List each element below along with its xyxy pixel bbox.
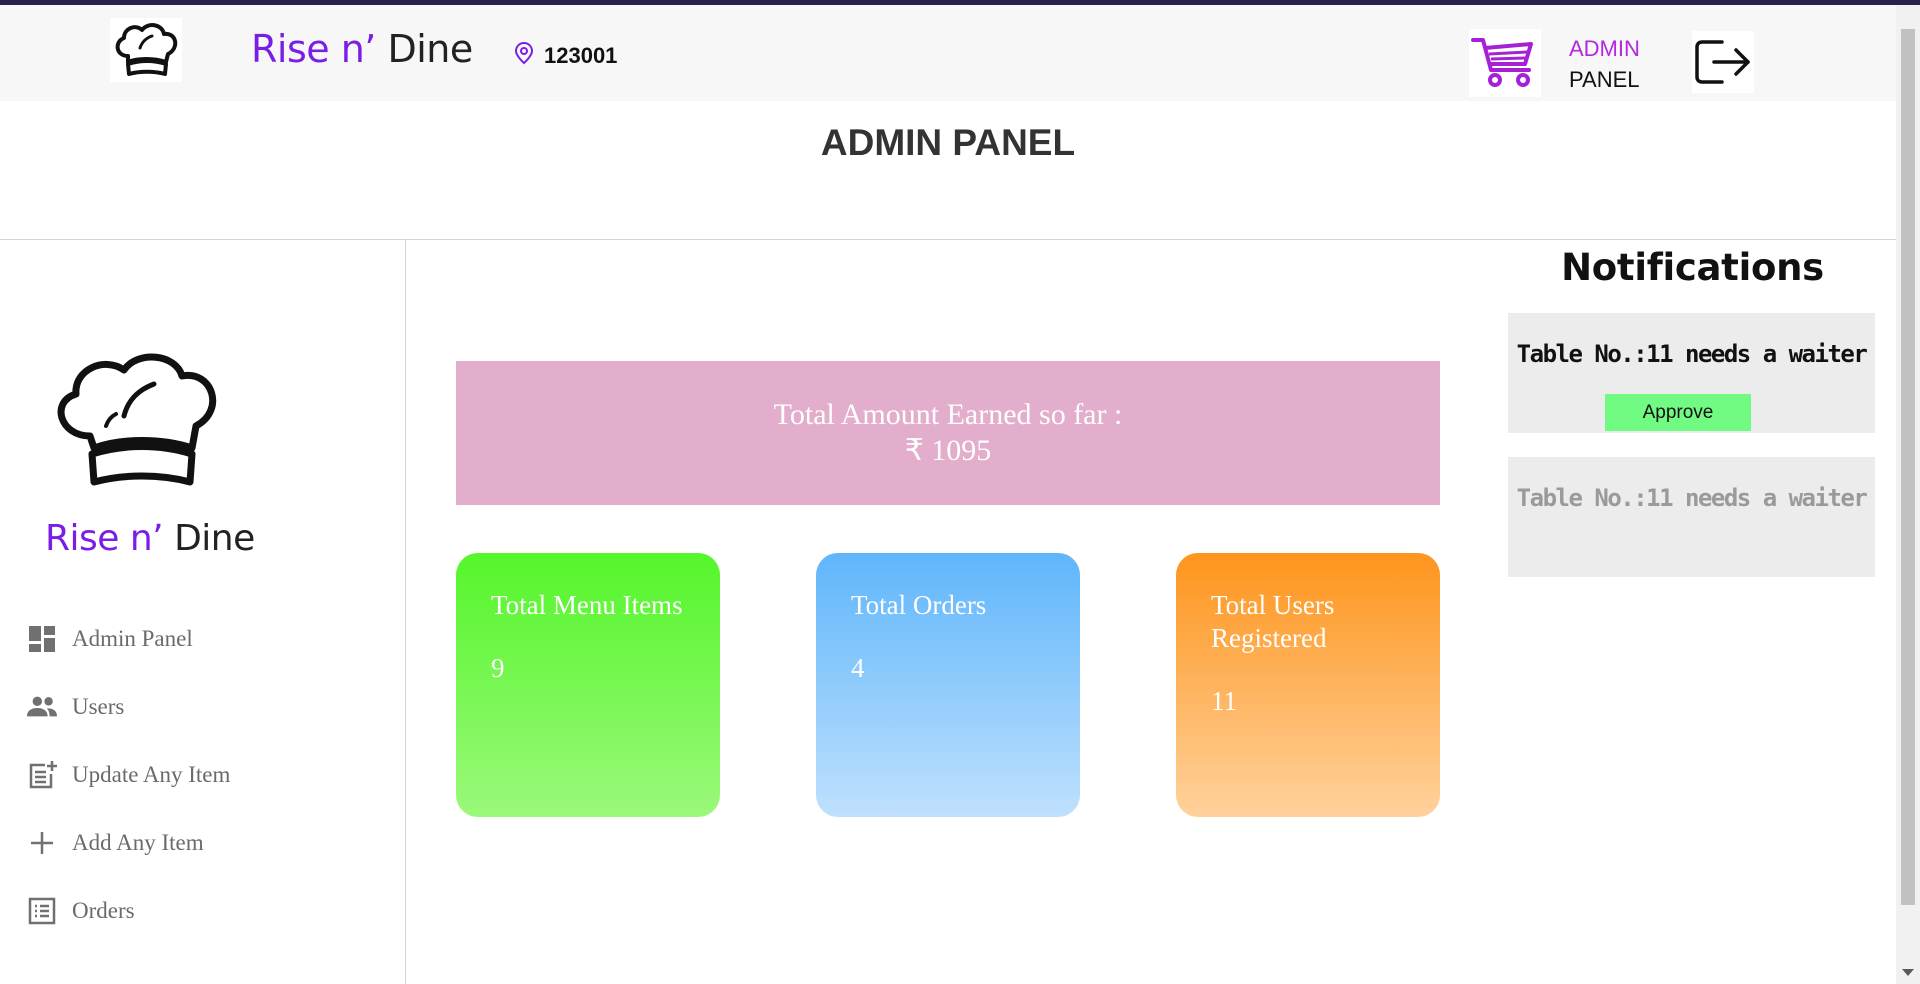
stat-card-menu-items[interactable]: Total Menu Items 9: [456, 553, 720, 817]
brand-text-secondary: Dine: [163, 518, 255, 559]
stat-card-value: 9: [491, 653, 505, 683]
notifications-title: Notifications: [1561, 246, 1824, 289]
sidebar-brand: Rise n’ Dine: [45, 518, 255, 559]
location-pin-icon: [514, 41, 534, 70]
sidebar-item-update-any-item[interactable]: Update Any Item: [26, 741, 386, 809]
stat-card-orders[interactable]: Total Orders 4: [816, 553, 1080, 817]
chef-hat-icon[interactable]: [110, 18, 182, 82]
stat-card-label: Total Menu Items: [491, 590, 683, 620]
earnings-label: Total Amount Earned so far :: [773, 398, 1123, 431]
admin-label-line2: PANEL: [1569, 67, 1640, 92]
dashboard-main: Total Amount Earned so far : ₹ 1095 Tota…: [407, 240, 1488, 984]
stat-card-value: 4: [851, 653, 865, 683]
sidebar-item-users[interactable]: Users: [26, 673, 386, 741]
scrollbar-thumb[interactable]: [1901, 29, 1915, 905]
location-indicator[interactable]: 123001: [514, 41, 617, 70]
post-add-icon: [26, 759, 58, 791]
sidebar-item-admin-panel[interactable]: Admin Panel: [26, 605, 386, 673]
scroll-down-arrow-icon[interactable]: [1902, 969, 1914, 976]
stat-card-users[interactable]: Total Users Registered 11: [1176, 553, 1440, 817]
brand-text-secondary: Dine: [375, 27, 473, 71]
sidebar-item-label: Update Any Item: [72, 762, 231, 787]
sidebar-item-label: Orders: [72, 898, 135, 923]
stat-card-label: Total Users Registered: [1211, 590, 1335, 653]
admin-panel-link[interactable]: ADMIN PANEL: [1569, 33, 1640, 95]
sidebar-menu: Admin Panel Users Update Any Item Add An…: [26, 605, 386, 945]
logout-icon[interactable]: [1692, 31, 1754, 93]
notification-item: Table No.:11 needs a waiter: [1508, 457, 1875, 577]
sidebar-item-label: Add Any Item: [72, 830, 204, 855]
notification-text: Table No.:11 needs a waiter: [1516, 484, 1868, 512]
notification-text: Table No.:11 needs a waiter: [1516, 340, 1868, 368]
chef-hat-icon: [46, 340, 228, 500]
sidebar-item-add-any-item[interactable]: Add Any Item: [26, 809, 386, 877]
list-icon: [26, 895, 58, 927]
brand-text-primary: Rise n’: [45, 518, 164, 559]
sidebar-item-orders[interactable]: Orders: [26, 877, 386, 945]
earnings-banner: Total Amount Earned so far : ₹ 1095: [456, 361, 1440, 505]
cart-icon[interactable]: [1469, 29, 1541, 97]
sidebar: Rise n’ Dine Admin Panel Users Update An…: [0, 240, 406, 984]
stat-card-label: Total Orders: [851, 590, 987, 620]
dashboard-icon: [26, 623, 58, 655]
notification-item: Table No.:11 needs a waiter Approve: [1508, 313, 1875, 433]
sidebar-item-label: Admin Panel: [72, 626, 193, 651]
stat-card-value: 11: [1211, 686, 1237, 716]
admin-label-line1: ADMIN: [1569, 36, 1640, 61]
location-text: 123001: [544, 42, 618, 68]
page-title: ADMIN PANEL: [820, 122, 1076, 163]
vertical-scrollbar[interactable]: [1896, 5, 1920, 984]
navbar: Rise n’ Dine 123001 ADMIN PANEL: [0, 5, 1896, 101]
approve-button[interactable]: Approve: [1605, 394, 1751, 431]
plus-icon: [26, 827, 58, 859]
earnings-value: ₹ 1095: [904, 434, 992, 467]
navbar-brand[interactable]: Rise n’ Dine: [251, 27, 473, 71]
sidebar-item-label: Users: [72, 694, 125, 719]
brand-text-primary: Rise n’: [251, 27, 376, 71]
notifications-panel: Notifications Table No.:11 needs a waite…: [1489, 240, 1896, 984]
users-icon: [26, 691, 58, 723]
